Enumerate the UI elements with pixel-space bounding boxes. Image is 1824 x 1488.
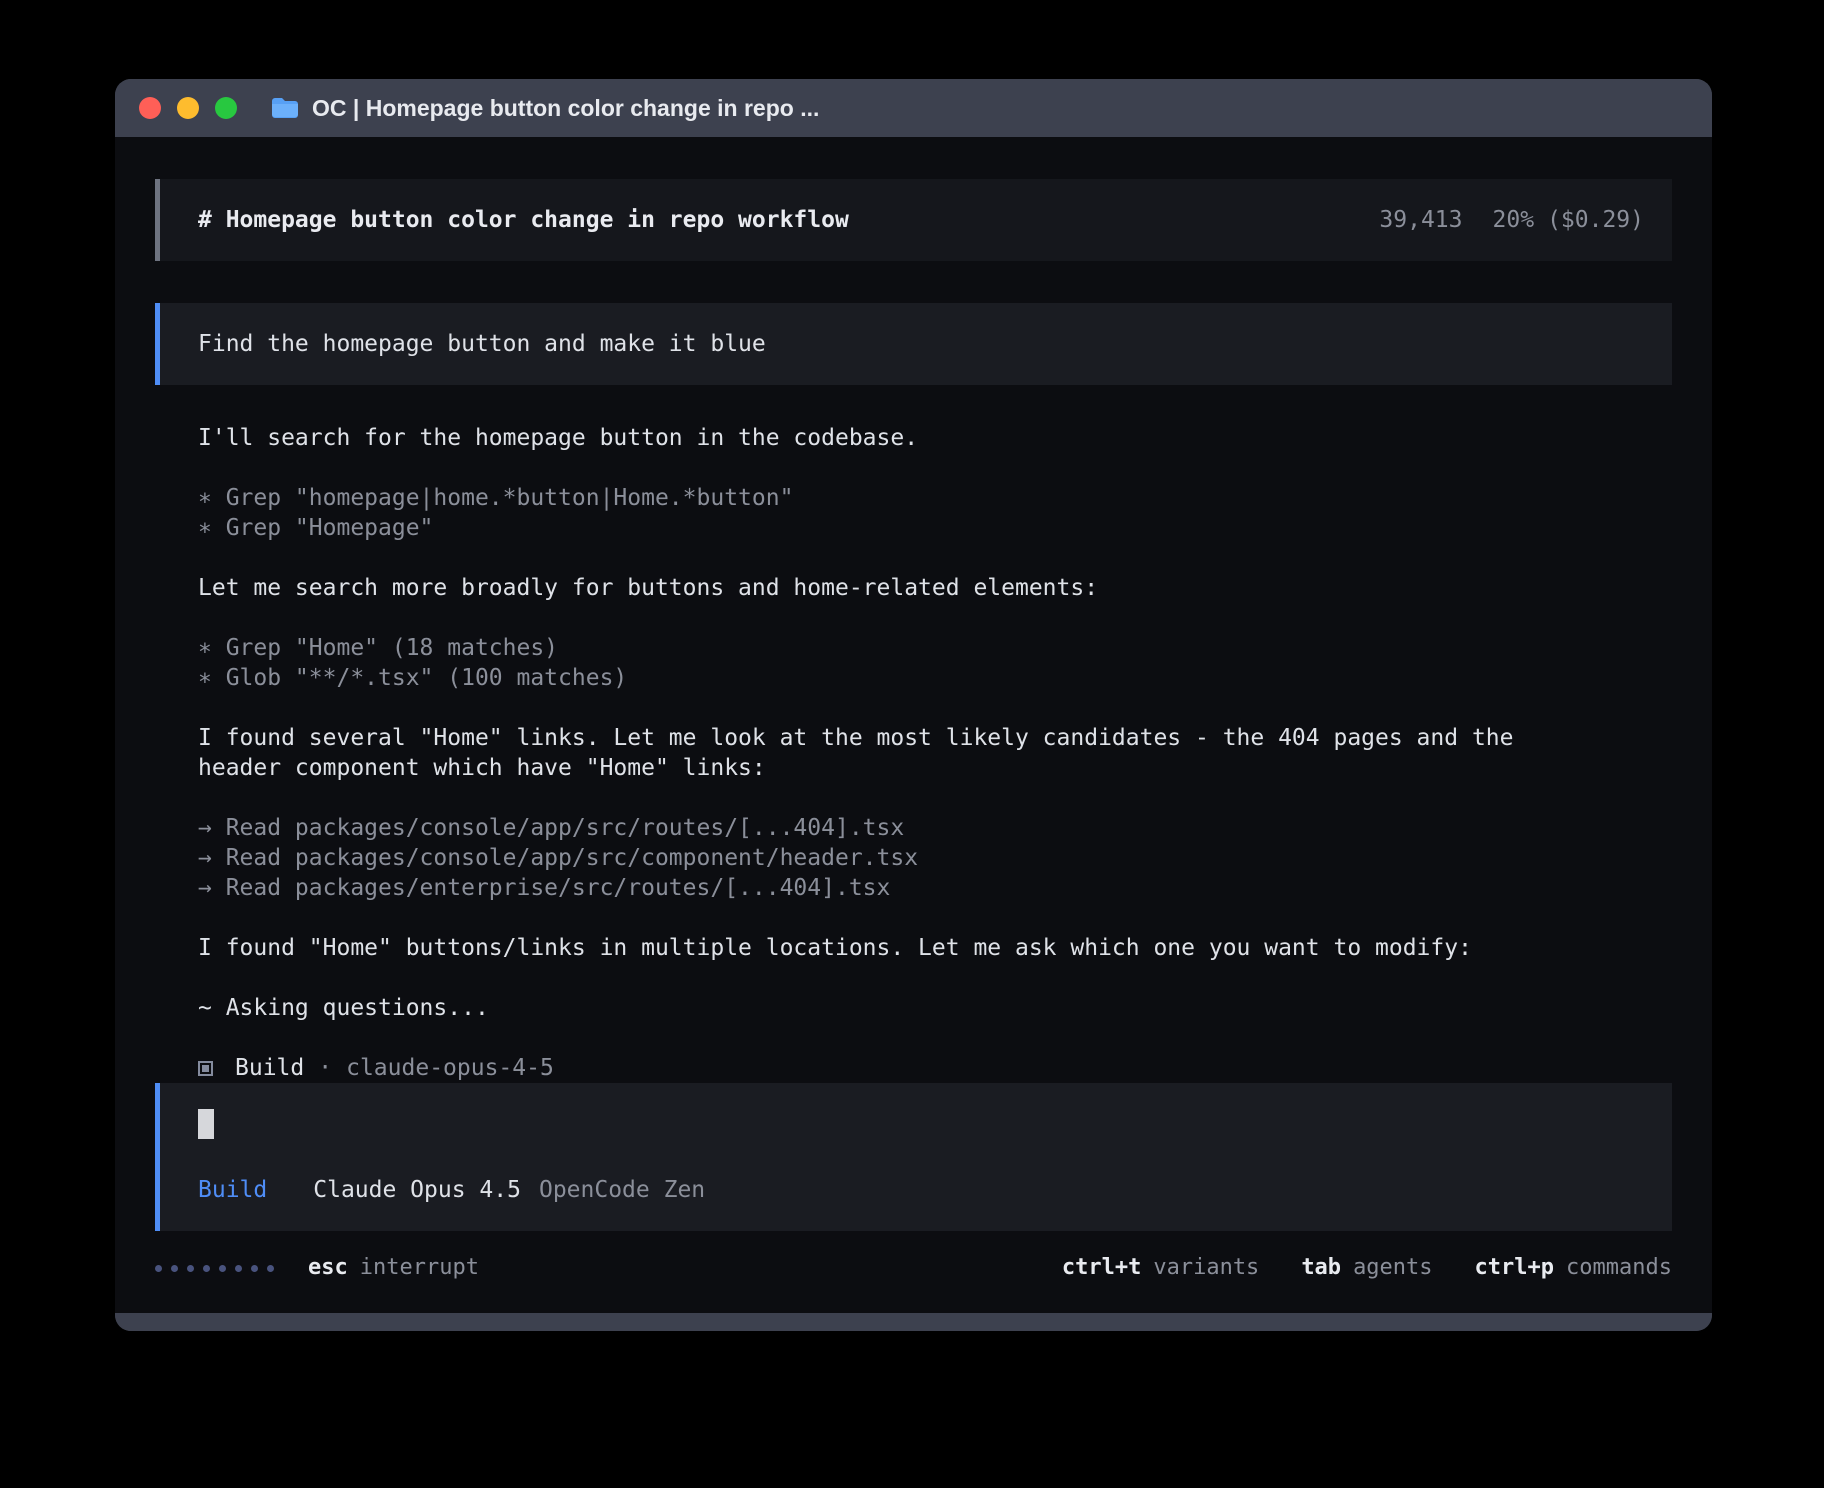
assistant-text: Let me search more broadly for buttons a… bbox=[198, 573, 1672, 603]
tool-call-read: → Read packages/enterprise/src/routes/[.… bbox=[198, 873, 1672, 903]
zoom-button[interactable] bbox=[215, 97, 237, 119]
session-metrics: 39,413 20% ($0.29) bbox=[1379, 205, 1644, 235]
tool-call-read: → Read packages/console/app/src/routes/[… bbox=[198, 813, 1672, 843]
status-bar: esc interrupt ctrl+t variants tab agents… bbox=[155, 1231, 1672, 1305]
user-message: Find the homepage button and make it blu… bbox=[155, 303, 1672, 385]
agents-key-label: agents bbox=[1353, 1253, 1432, 1283]
assistant-text: I found several "Home" links. Let me loo… bbox=[198, 723, 1578, 783]
asking-status: ~ Asking questions... bbox=[198, 993, 1672, 1023]
agent-mode-icon bbox=[198, 1061, 213, 1076]
tool-call-read: → Read packages/console/app/src/componen… bbox=[198, 843, 1672, 873]
session-title: # Homepage button color change in repo w… bbox=[198, 205, 849, 235]
tool-call-glob: ∗ Glob "**/*.tsx" (100 matches) bbox=[198, 663, 1672, 693]
close-button[interactable] bbox=[139, 97, 161, 119]
agents-key-hint: tab bbox=[1301, 1253, 1341, 1283]
token-count: 39,413 bbox=[1379, 205, 1462, 235]
minimize-button[interactable] bbox=[177, 97, 199, 119]
model-label: Claude Opus 4.5 bbox=[313, 1175, 521, 1205]
keyboard-hints: ctrl+t variants tab agents ctrl+p comman… bbox=[1062, 1253, 1672, 1283]
agent-status-row: Build · claude-opus-4-5 bbox=[198, 1053, 1672, 1083]
hint-interrupt: esc interrupt bbox=[308, 1253, 479, 1283]
window-titlebar[interactable]: OC | Homepage button color change in rep… bbox=[115, 79, 1712, 137]
spinner-dots bbox=[155, 1265, 274, 1272]
tool-call-group: ∗ Grep "homepage|home.*button|Home.*butt… bbox=[198, 483, 1672, 543]
assistant-text: I'll search for the homepage button in t… bbox=[198, 423, 1672, 453]
variants-key-hint: ctrl+t bbox=[1062, 1253, 1141, 1283]
folder-icon bbox=[271, 97, 299, 119]
session-cost: ($0.29) bbox=[1547, 205, 1644, 235]
window-title: OC | Homepage button color change in rep… bbox=[312, 95, 819, 122]
agent-separator: · bbox=[318, 1053, 332, 1083]
assistant-transcript: I'll search for the homepage button in t… bbox=[155, 423, 1672, 1083]
prompt-input[interactable]: Build Claude Opus 4.5 OpenCode Zen bbox=[155, 1083, 1672, 1231]
tool-call-grep: ∗ Grep "Home" (18 matches) bbox=[198, 633, 1672, 663]
provider-label: OpenCode Zen bbox=[539, 1175, 705, 1205]
text-cursor bbox=[198, 1109, 214, 1139]
hint-commands: ctrl+p commands bbox=[1475, 1253, 1672, 1283]
hint-variants: ctrl+t variants bbox=[1062, 1253, 1259, 1283]
assistant-text: I found "Home" buttons/links in multiple… bbox=[198, 933, 1672, 963]
terminal-content: # Homepage button color change in repo w… bbox=[115, 137, 1712, 1313]
user-message-text: Find the homepage button and make it blu… bbox=[198, 331, 766, 357]
agent-mode-label[interactable]: Build bbox=[198, 1175, 267, 1205]
context-percent: 20% bbox=[1493, 205, 1535, 235]
commands-key-hint: ctrl+p bbox=[1475, 1253, 1554, 1283]
session-header: # Homepage button color change in repo w… bbox=[155, 179, 1672, 261]
commands-key-label: commands bbox=[1566, 1253, 1672, 1283]
tool-call-grep: ∗ Grep "homepage|home.*button|Home.*butt… bbox=[198, 483, 1672, 513]
tool-call-grep: ∗ Grep "Homepage" bbox=[198, 513, 1672, 543]
window-bottom-edge bbox=[115, 1313, 1712, 1331]
tool-call-group: → Read packages/console/app/src/routes/[… bbox=[198, 813, 1672, 903]
hint-agents: tab agents bbox=[1301, 1253, 1432, 1283]
traffic-lights bbox=[139, 97, 237, 119]
input-mode-row: Build Claude Opus 4.5 OpenCode Zen bbox=[198, 1175, 1644, 1205]
esc-key-label: interrupt bbox=[360, 1253, 479, 1283]
variants-key-label: variants bbox=[1153, 1253, 1259, 1283]
agent-name: Build bbox=[235, 1053, 304, 1083]
esc-key-hint: esc bbox=[308, 1253, 348, 1283]
tool-call-group: ∗ Grep "Home" (18 matches) ∗ Glob "**/*.… bbox=[198, 633, 1672, 693]
agent-model: claude-opus-4-5 bbox=[346, 1053, 554, 1083]
terminal-window: OC | Homepage button color change in rep… bbox=[115, 79, 1712, 1331]
